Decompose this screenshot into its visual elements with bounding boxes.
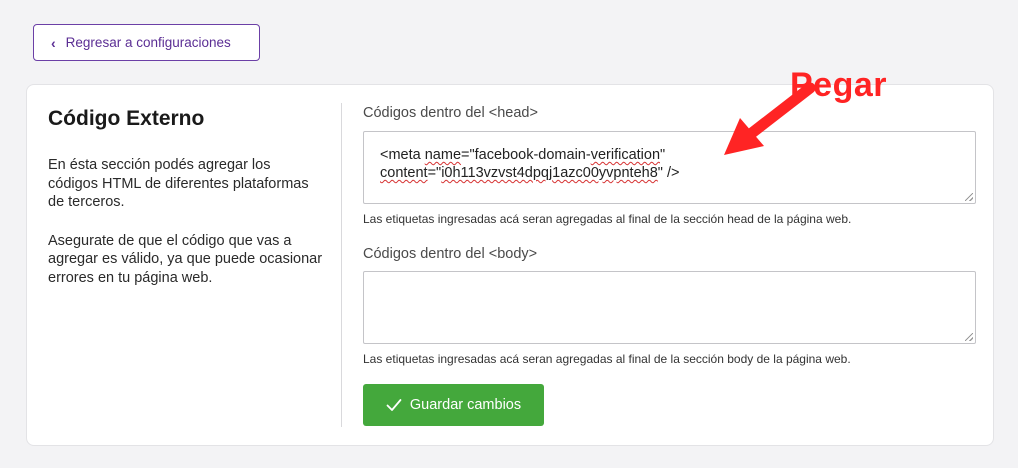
vertical-divider (341, 103, 342, 427)
body-code-help: Las etiquetas ingresadas acá seran agreg… (363, 352, 851, 366)
body-code-label: Códigos dentro del <body> (363, 246, 538, 262)
resize-handle-icon[interactable] (965, 333, 973, 341)
head-code-label: Códigos dentro del <head> (363, 105, 538, 121)
section-description-2: Asegurate de que el código que vas a agr… (48, 232, 323, 286)
section-info: Código Externo En ésta sección podés agr… (48, 106, 323, 307)
external-code-card: Código Externo En ésta sección podés agr… (26, 84, 994, 446)
section-description-1: En ésta sección podés agregar los código… (48, 157, 309, 210)
save-button-label: Guardar cambios (409, 397, 522, 413)
save-changes-button[interactable]: Guardar cambios (363, 384, 544, 426)
back-button-label: Regresar a configuraciones (65, 35, 231, 50)
check-icon (386, 399, 402, 411)
head-code-textarea[interactable]: <meta name="facebook-domain-verification… (363, 131, 976, 204)
back-to-settings-button[interactable]: ‹ Regresar a configuraciones (33, 24, 260, 61)
head-code-line-1: <meta name="facebook-domain-verification… (380, 147, 666, 163)
section-title: Código Externo (48, 107, 205, 130)
chevron-left-icon: ‹ (51, 34, 56, 51)
head-code-help: Las etiquetas ingresadas acá seran agreg… (363, 212, 852, 226)
body-code-textarea[interactable] (363, 271, 976, 344)
red-arrow-icon (724, 82, 816, 155)
resize-handle-icon[interactable] (965, 193, 973, 201)
head-code-line-2: content="i0h113vzvst4dpqj1azc00yvpnteh8"… (380, 165, 680, 181)
